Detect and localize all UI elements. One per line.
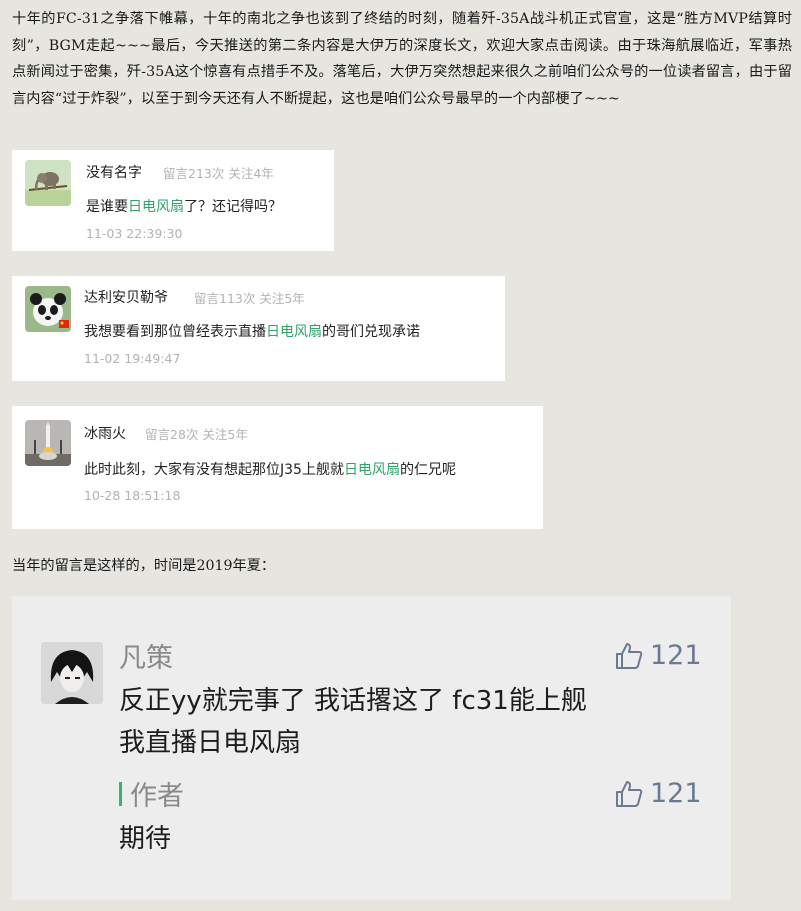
old-comment-line-1: 反正yy就完事了 我话撂这了 fc31能上舰 bbox=[119, 686, 587, 716]
comment-text-highlight: 日电风扇 bbox=[266, 324, 322, 340]
thumbs-up-icon bbox=[616, 780, 643, 807]
elephant-on-branch-avatar bbox=[25, 160, 71, 206]
old-comment-author-name[interactable]: 凡策 bbox=[119, 636, 173, 675]
like-count: 121 bbox=[650, 640, 702, 671]
comment-text-before: 此时此刻，大家有没有想起那位J35上舰就 bbox=[84, 462, 344, 478]
comment-timestamp: 11-02 19:49:47 bbox=[84, 351, 181, 366]
comment-author-name[interactable]: 没有名字 bbox=[86, 162, 142, 182]
comment-author-stats: 留言28次 关注5年 bbox=[145, 427, 248, 442]
comment-card: 没有名字 留言213次 关注4年 是谁要日电风扇了？还记得吗？ 11-03 22… bbox=[12, 150, 334, 251]
comment-card: 冰雨火 留言28次 关注5年 此时此刻，大家有没有想起那位J35上舰就日电风扇的… bbox=[12, 406, 543, 529]
comment-text-after: 的仁兄呢 bbox=[399, 462, 456, 478]
rocket-launch-avatar bbox=[25, 420, 71, 466]
comment-text: 此时此刻，大家有没有想起那位J35上舰就日电风扇的仁兄呢 bbox=[84, 459, 456, 479]
comment-author-stats: 留言113次 关注5年 bbox=[194, 291, 305, 306]
comment-text-highlight: 日电风扇 bbox=[343, 462, 400, 478]
comment-card: 达利安贝勒爷 留言113次 关注5年 我想要看到那位曾经表示直播日电风扇的哥们兑… bbox=[12, 276, 505, 381]
comment-timestamp: 11-03 22:39:30 bbox=[86, 226, 183, 241]
author-reply-text: 期待 bbox=[119, 824, 172, 854]
comment-text: 是谁要日电风扇了？还记得吗？ bbox=[86, 196, 282, 216]
comment-text: 我想要看到那位曾经表示直播日电风扇的哥们兑现承诺 bbox=[84, 321, 420, 341]
comment-timestamp: 10-28 18:51:18 bbox=[84, 488, 181, 503]
panda-avatar bbox=[25, 286, 71, 332]
comment-text-before: 我想要看到那位曾经表示直播 bbox=[84, 324, 266, 340]
comment-text-after: 了？还记得吗？ bbox=[184, 199, 282, 215]
comment-text-highlight: 日电风扇 bbox=[128, 199, 184, 215]
author-like-button[interactable]: 121 bbox=[614, 778, 702, 809]
anime-boy-avatar bbox=[41, 642, 103, 704]
comment-text-after: 的哥们兑现承诺 bbox=[322, 324, 420, 340]
comment-author-name[interactable]: 达利安贝勒爷 bbox=[84, 287, 168, 307]
comment-text-before: 是谁要 bbox=[86, 199, 128, 215]
author-like-count: 121 bbox=[650, 778, 702, 809]
like-button[interactable]: 121 bbox=[614, 640, 702, 671]
author-label: 作者 bbox=[130, 781, 184, 812]
old-comment-screenshot: 凡策 121 反正yy就完事了 我话撂这了 fc31能上舰 我直播日电风扇 作者… bbox=[12, 596, 731, 900]
intro-paragraph: 十年的FC-31之争落下帷幕，十年的南北之争也该到了终结的时刻，随着歼-35A战… bbox=[12, 11, 792, 107]
thumbs-up-icon bbox=[616, 642, 643, 669]
middle-paragraph: 当年的留言是这样的，时间是2019年夏： bbox=[12, 558, 276, 574]
author-indicator-bar bbox=[119, 782, 122, 806]
comment-author-name[interactable]: 冰雨火 bbox=[84, 423, 126, 443]
old-comment-line-2: 我直播日电风扇 bbox=[119, 728, 302, 758]
comment-author-stats: 留言213次 关注4年 bbox=[163, 166, 274, 181]
